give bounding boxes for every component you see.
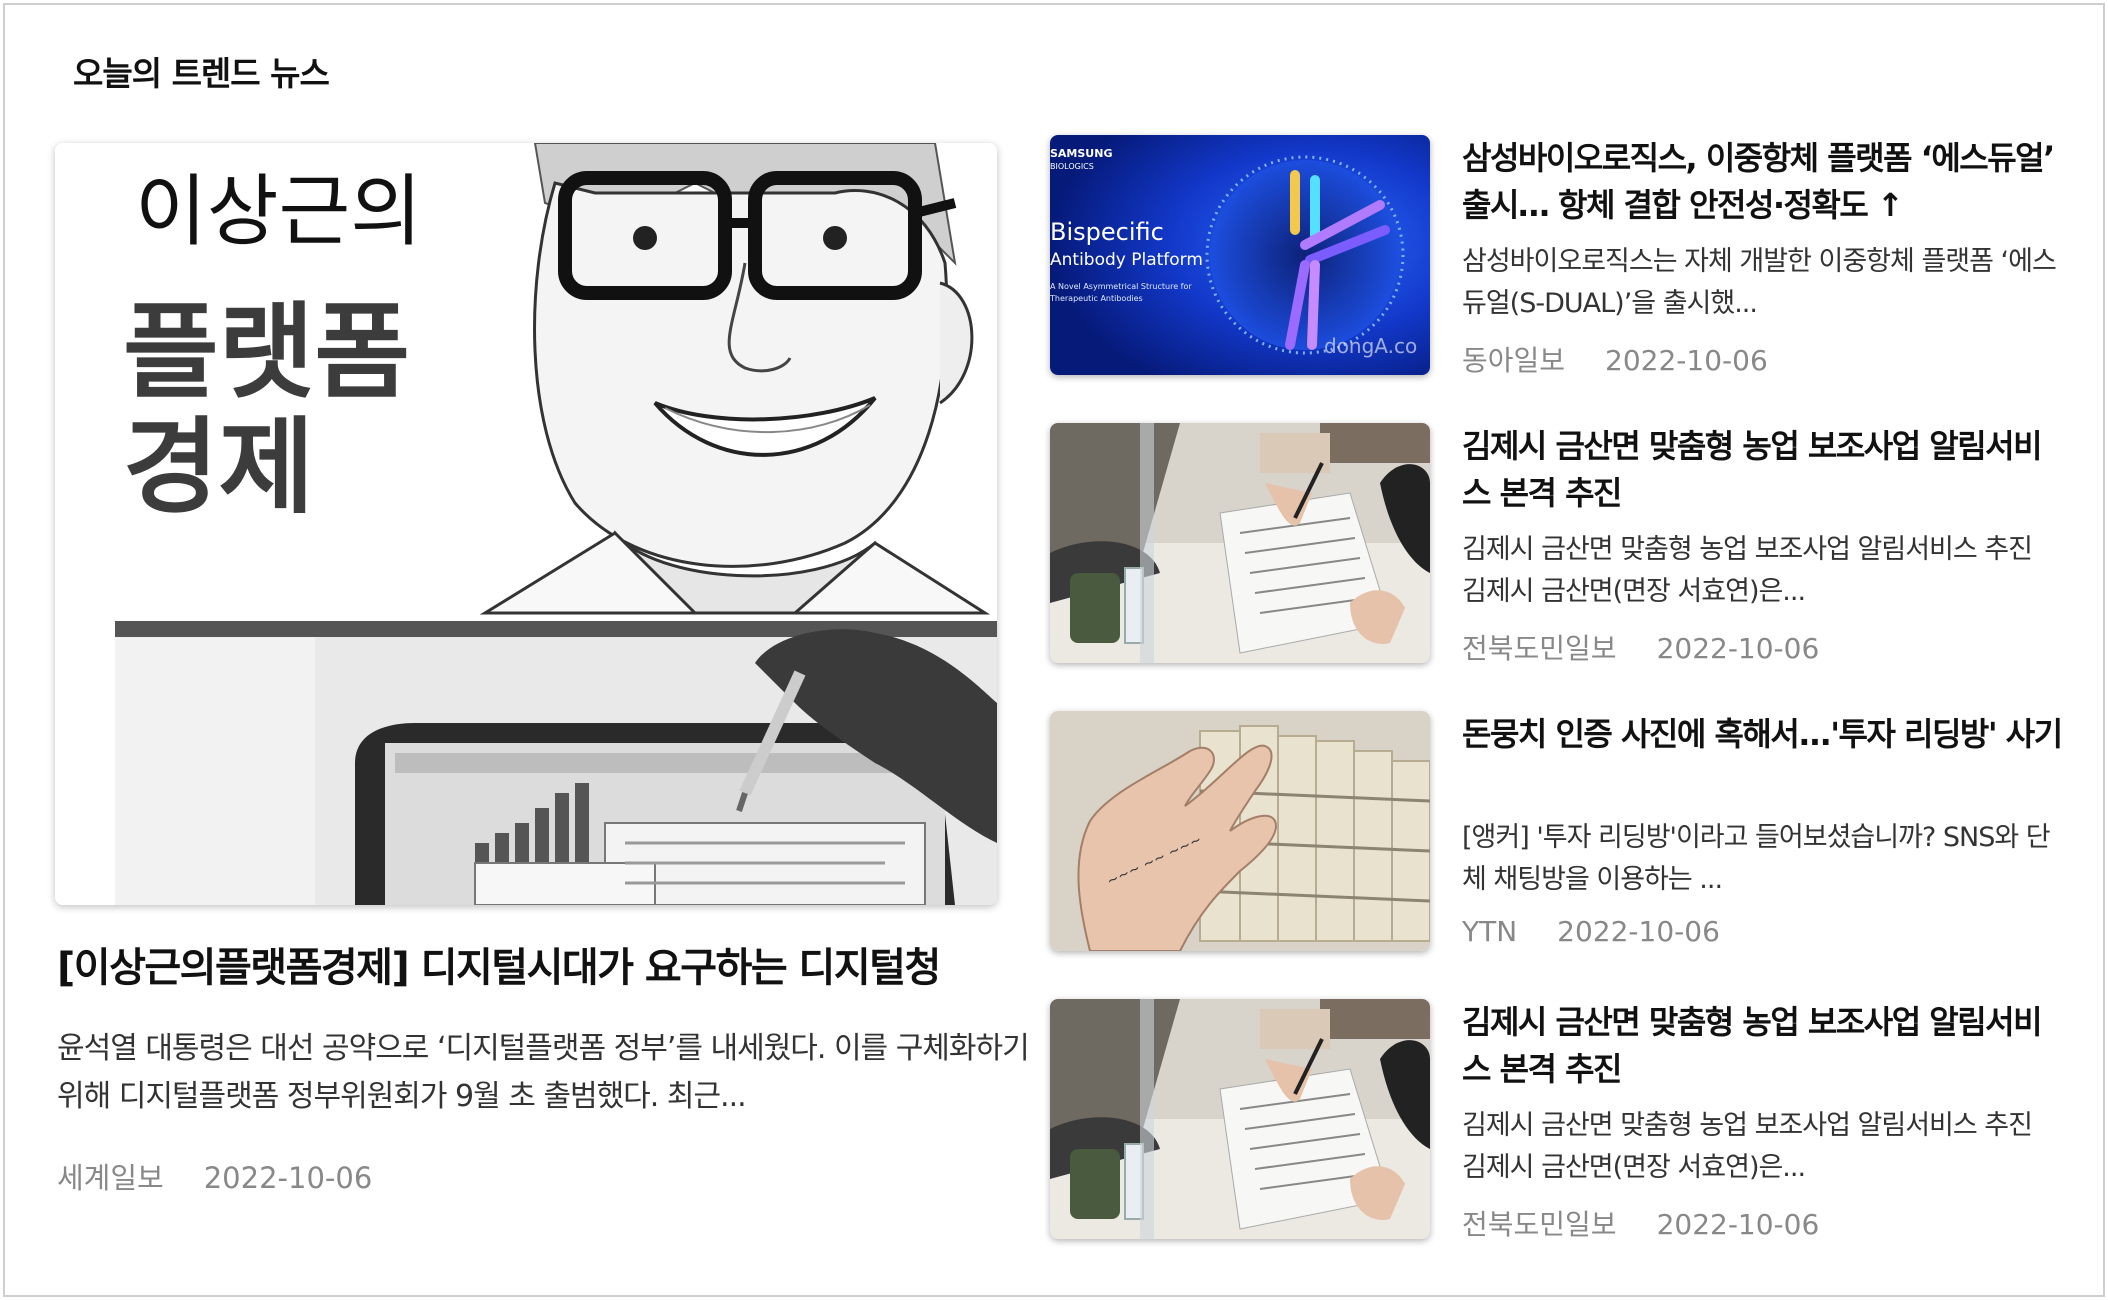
article-source: 동아일보 <box>1462 344 1566 377</box>
article-headline[interactable]: 김제시 금산면 맞춤형 농업 보조사업 알림서비스 본격 추진 <box>1462 999 2062 1093</box>
article-date: 2022-10-06 <box>1557 915 1720 948</box>
main-article-meta: 세계일보 2022-10-06 <box>57 1155 372 1197</box>
article-date: 2022-10-06 <box>1605 344 1768 377</box>
article-headline[interactable]: 삼성바이오로직스, 이중항체 플랫폼 ‘에스듀얼’ 출시… 항체 결합 안전성·… <box>1462 135 2062 229</box>
illustration-title-line1: 이상근의 <box>135 167 422 257</box>
article-summary[interactable]: [앵커] '투자 리딩방'이라고 들어보셨습니까? SNS와 단체 채팅방을 이… <box>1462 817 2062 901</box>
article-source: 전북도민일보 <box>1462 1208 1617 1241</box>
article-source: 전북도민일보 <box>1462 632 1617 665</box>
article-date: 2022-10-06 <box>203 1161 373 1195</box>
article-source: 세계일보 <box>57 1161 164 1195</box>
farm-service-photo <box>1050 999 1430 1239</box>
article-meta: YTN 2022-10-06 <box>1462 915 2062 948</box>
list-item[interactable]: 김제시 금산면 맞춤형 농업 보조사업 알림서비스 본격 추진 김제시 금산면 … <box>1050 423 2060 668</box>
article-date: 2022-10-06 <box>1656 632 1820 665</box>
trend-news-panel: 오늘의 트렌드 뉴스 이상근의 플랫폼 경제 [이상근의플랫폼경제] 디지털시대… <box>3 3 2105 1297</box>
main-article-summary[interactable]: 윤석열 대통령은 대선 공약으로 ‘디지털플랫폼 정부’를 내세웠다. 이를 구… <box>57 1025 1047 1121</box>
columnist-illustration: 이상근의 플랫폼 경제 <box>55 143 997 905</box>
illustration-title-line3: 경제 <box>123 406 314 528</box>
article-thumbnail[interactable] <box>1050 999 1430 1239</box>
main-article-headline[interactable]: [이상근의플랫폼경제] 디지털시대가 요구하는 디지털청 <box>57 935 1047 993</box>
article-headline[interactable]: 돈뭉치 인증 사진에 혹해서...'투자 리딩방' 사기 <box>1462 711 2062 805</box>
money-bundle-photo: ~~~ ~~ ~~~ <box>1050 711 1430 951</box>
article-meta: 전북도민일보 2022-10-06 <box>1462 1203 2062 1243</box>
article-thumbnail[interactable]: SAMSUNG BIOLOGICS Bispecific Antibody Pl… <box>1050 135 1430 375</box>
thumb-sub: BIOLOGICS <box>1050 162 1094 171</box>
article-thumbnail[interactable] <box>1050 423 1430 663</box>
thumb-title2: Antibody Platform <box>1050 250 1203 270</box>
thumb-title1: Bispecific <box>1050 218 1164 246</box>
article-summary[interactable]: 삼성바이오로직스는 자체 개발한 이중항체 플랫폼 ‘에스듀얼(S-DUAL)’… <box>1462 241 2062 325</box>
article-headline[interactable]: 김제시 금산면 맞춤형 농업 보조사업 알림서비스 본격 추진 <box>1462 423 2062 517</box>
article-meta: 동아일보 2022-10-06 <box>1462 339 2062 379</box>
farm-service-photo <box>1050 423 1430 663</box>
article-source: YTN <box>1462 915 1518 948</box>
illustration-title-line2: 플랫폼 <box>123 291 410 413</box>
thumb-caption1: A Novel Asymmetrical Structure for <box>1050 282 1192 291</box>
bispecific-antibody-image: SAMSUNG BIOLOGICS Bispecific Antibody Pl… <box>1050 135 1430 375</box>
list-item[interactable]: ~~~ ~~ ~~~ 돈뭉치 인증 사진에 혹해서...'투자 리딩방' 사기 … <box>1050 711 2062 956</box>
article-thumbnail[interactable]: ~~~ ~~ ~~~ <box>1050 711 1430 951</box>
thumb-brand: SAMSUNG <box>1050 147 1112 160</box>
article-summary[interactable]: 김제시 금산면 맞춤형 농업 보조사업 알림서비스 추진 김제시 금산면(면장 … <box>1462 529 2062 613</box>
main-article-thumbnail[interactable]: 이상근의 플랫폼 경제 <box>55 143 997 905</box>
article-summary[interactable]: 김제시 금산면 맞춤형 농업 보조사업 알림서비스 추진 김제시 금산면(면장 … <box>1462 1105 2062 1189</box>
thumb-caption2: Therapeutic Antibodies <box>1050 294 1143 303</box>
article-meta: 전북도민일보 2022-10-06 <box>1462 627 2062 667</box>
section-title: 오늘의 트렌드 뉴스 <box>73 54 330 93</box>
list-item[interactable]: SAMSUNG BIOLOGICS Bispecific Antibody Pl… <box>1050 135 2060 380</box>
article-date: 2022-10-06 <box>1656 1208 1820 1241</box>
list-item[interactable]: 김제시 금산면 맞춤형 농업 보조사업 알림서비스 본격 추진 김제시 금산면 … <box>1050 999 2060 1244</box>
thumb-watermark: dongA.co <box>1324 334 1417 358</box>
